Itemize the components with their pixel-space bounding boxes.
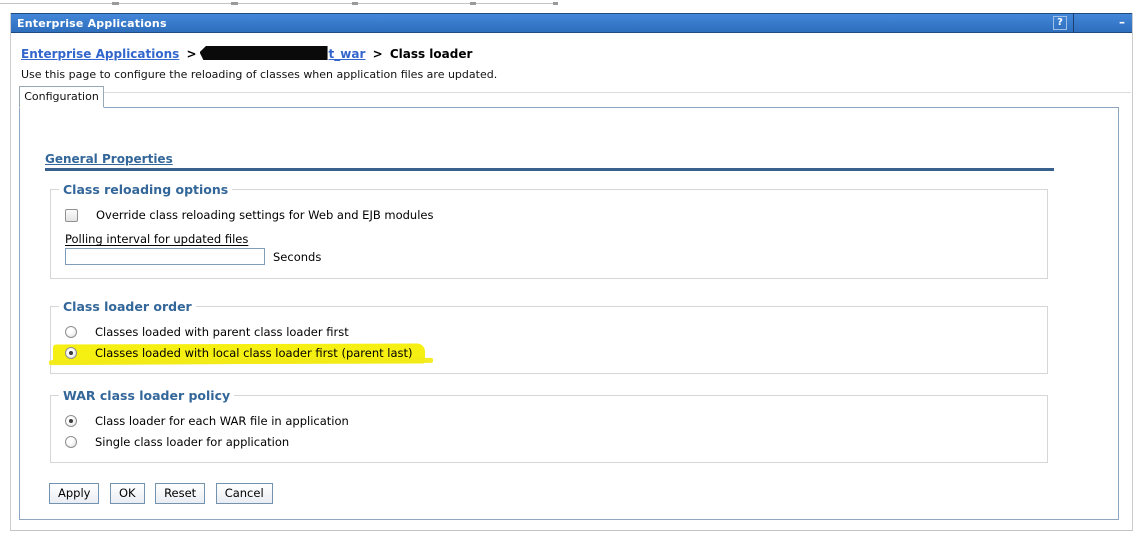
radio-war-each-file-label: Class loader for each WAR file in applic…	[95, 414, 349, 428]
class-loader-order-legend: Class loader order	[63, 299, 192, 314]
breadcrumb-link-application[interactable]: t_war	[199, 46, 366, 61]
breadcrumb-current: Class loader	[389, 47, 473, 61]
tab-row-line	[104, 92, 1131, 93]
class-reloading-options-group: Class reloading options Override class r…	[50, 182, 1048, 279]
general-properties-heading: General Properties	[45, 152, 1054, 171]
reset-button[interactable]: Reset	[155, 483, 206, 504]
class-loader-order-group: Class loader order Classes loaded with p…	[50, 299, 1048, 374]
radio-parent-last[interactable]	[65, 347, 77, 359]
war-class-loader-policy-legend: WAR class loader policy	[63, 388, 231, 403]
tab-configuration[interactable]: Configuration	[19, 86, 104, 108]
window-title: Enterprise Applications	[17, 16, 167, 30]
page-description: Use this page to configure the reloading…	[21, 68, 498, 81]
breadcrumb: Enterprise Applications > t_war > Class l…	[21, 46, 472, 61]
ok-button[interactable]: OK	[109, 483, 145, 504]
action-button-row: Apply OK Reset Cancel	[49, 483, 1118, 504]
breadcrumb-link-enterprise-applications[interactable]: Enterprise Applications	[21, 47, 179, 61]
radio-war-single-label: Single class loader for application	[95, 435, 290, 449]
cropped-browser-mark	[112, 2, 119, 5]
page: Enterprise Applications ? – Enterprise A…	[0, 0, 1141, 557]
radio-war-each-file[interactable]	[65, 415, 77, 427]
class-reloading-options-legend: Class reloading options	[63, 182, 229, 197]
redacted-app-name	[199, 46, 328, 60]
breadcrumb-app-suffix[interactable]: t_war	[329, 47, 366, 61]
enterprise-applications-window: Enterprise Applications ? – Enterprise A…	[10, 13, 1133, 531]
polling-interval-input[interactable]	[65, 248, 265, 265]
breadcrumb-separator: >	[186, 47, 197, 61]
override-reloading-checkbox[interactable]	[65, 208, 78, 222]
titlebar-right-section: –	[1074, 14, 1132, 32]
radio-parent-last-label: Classes loaded with local class loader f…	[95, 346, 413, 360]
minimize-icon[interactable]: –	[1119, 15, 1132, 31]
war-class-loader-policy-group: WAR class loader policy Class loader for…	[50, 388, 1048, 463]
apply-button[interactable]: Apply	[49, 483, 100, 504]
breadcrumb-separator: >	[372, 47, 383, 61]
cropped-browser-mark	[352, 2, 358, 5]
cancel-button[interactable]: Cancel	[215, 483, 273, 504]
cropped-browser-mark	[553, 2, 558, 5]
polling-interval-unit: Seconds	[273, 249, 322, 264]
polling-interval-label: Polling interval for updated files	[65, 232, 249, 246]
cropped-browser-mark	[470, 2, 476, 5]
radio-parent-first-label: Classes loaded with parent class loader …	[95, 325, 349, 339]
window-titlebar: Enterprise Applications ? –	[11, 13, 1132, 33]
cropped-browser-mark	[231, 2, 238, 5]
radio-war-single[interactable]	[65, 436, 77, 448]
configuration-panel: General Properties Class reloading optio…	[19, 107, 1119, 520]
override-reloading-label: Override class reloading settings for We…	[96, 208, 434, 222]
help-icon[interactable]: ?	[1053, 16, 1067, 30]
radio-parent-first[interactable]	[65, 326, 77, 338]
